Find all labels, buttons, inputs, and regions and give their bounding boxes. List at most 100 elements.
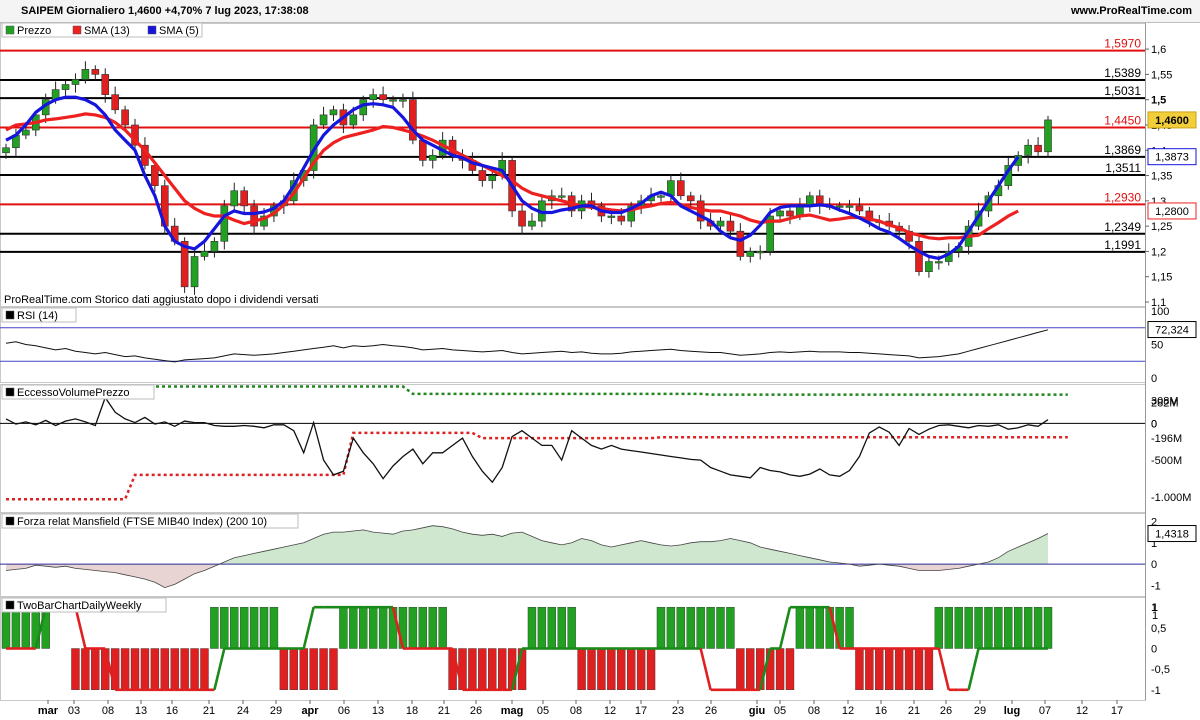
candle-body xyxy=(121,109,129,126)
x-tick-label: 26 xyxy=(705,705,717,717)
candle-body xyxy=(210,241,219,252)
legend-price-label-0: Prezzo xyxy=(17,25,51,37)
candle-body xyxy=(528,220,536,227)
twobar-daily-bar xyxy=(726,606,735,649)
twobar-daily-bar xyxy=(676,606,686,649)
twobar-daily-bar xyxy=(170,648,179,691)
candle-body xyxy=(736,230,745,257)
candle-body xyxy=(1034,144,1042,153)
twobar-daily-bar xyxy=(130,648,140,691)
y-tick-label: 1,5 xyxy=(1151,95,1166,107)
twobar-tick-label: -1 xyxy=(1151,685,1161,697)
y-tick-label: 1,15 xyxy=(1151,272,1172,284)
candle-body xyxy=(349,114,358,126)
candle-body xyxy=(240,190,248,207)
twobar-daily-bar xyxy=(488,648,497,691)
twobar-daily-bar xyxy=(736,648,745,691)
candle-body xyxy=(607,215,616,218)
candle-body xyxy=(686,195,695,202)
twobar-daily-bar xyxy=(627,648,636,691)
evp-value-label-3: -196M xyxy=(1151,433,1182,445)
twobar-daily-bar xyxy=(259,606,269,649)
candle-body xyxy=(925,261,933,272)
twobar-daily-bar xyxy=(269,606,279,649)
candle-body xyxy=(389,99,397,102)
legend-price-label-2: SMA (5) xyxy=(159,25,199,37)
x-tick-label: 08 xyxy=(102,705,114,717)
x-tick-label: 26 xyxy=(940,705,952,717)
twobar-daily-bar xyxy=(1,606,11,649)
twobar-daily-bar xyxy=(805,606,815,649)
x-tick-label: 12 xyxy=(1076,705,1088,717)
twobar-daily-bar xyxy=(418,606,427,649)
twobar-daily-bar xyxy=(378,606,388,649)
level-label-4: 1,3869 xyxy=(1104,143,1141,157)
x-tick-label: 24 xyxy=(237,705,249,717)
twobar-daily-bar xyxy=(815,606,824,649)
twobar-tick-label: 0 xyxy=(1151,644,1157,656)
mansfield-tick-label: 0 xyxy=(1151,559,1157,571)
legend-evp-label-0: EccessoVolumePrezzo xyxy=(17,387,130,399)
twobar-daily-bar xyxy=(636,648,646,691)
candle-body xyxy=(657,195,665,198)
twobar-daily-bar xyxy=(91,648,100,691)
legend-price-swatch-2 xyxy=(147,25,157,35)
candle-body xyxy=(478,170,487,181)
twobar-daily-bar xyxy=(21,606,31,649)
x-tick-label: 18 xyxy=(406,705,418,717)
x-tick-label: 16 xyxy=(166,705,178,717)
twobar-daily-bar xyxy=(11,606,21,649)
level-label-8: 1,1991 xyxy=(1104,238,1141,252)
candle-body xyxy=(617,215,626,222)
twobar-daily-bar xyxy=(894,648,904,691)
candle-body xyxy=(71,79,80,85)
twobar-daily-bar xyxy=(607,648,616,691)
x-tick-label: 21 xyxy=(438,705,450,717)
badge-label-2: 1,2800 xyxy=(1155,206,1189,218)
twobar-daily-bar xyxy=(190,648,199,691)
x-tick-label: 07 xyxy=(1039,705,1051,717)
twobar-daily-bar xyxy=(150,648,160,691)
x-tick-label: 05 xyxy=(537,705,549,717)
candle-body xyxy=(428,155,437,161)
legend-rsi-label-0: RSI (14) xyxy=(17,310,58,322)
level-label-3: 1,4450 xyxy=(1104,114,1141,128)
twobar-daily-bar xyxy=(1033,606,1043,649)
mansfield-badge-label: 1,4318 xyxy=(1155,529,1189,541)
level-label-1: 1,5389 xyxy=(1104,66,1141,80)
candle-body xyxy=(557,195,566,198)
legend-evp-swatch-0 xyxy=(5,387,15,397)
candle-body xyxy=(855,205,864,212)
evp-value-label-2: 0 xyxy=(1151,418,1157,430)
twobar-daily-bar xyxy=(81,648,90,691)
twobar-daily-bar xyxy=(617,648,626,691)
x-tick-label: 21 xyxy=(203,705,215,717)
evp-tick-label: -500M xyxy=(1151,455,1182,467)
twobar-daily-bar xyxy=(1023,606,1033,649)
twobar-daily-bar xyxy=(974,606,983,649)
x-tick-label: 21 xyxy=(908,705,920,717)
twobar-daily-bar xyxy=(547,606,557,649)
x-tick-label: 08 xyxy=(808,705,820,717)
twobar-daily-bar xyxy=(210,606,219,649)
candle-body xyxy=(1024,144,1032,156)
evp-value-label-1: 282M xyxy=(1151,398,1179,410)
twobar-daily-bar xyxy=(656,606,666,649)
candle-body xyxy=(2,147,10,154)
candle-body xyxy=(399,99,407,102)
twobar-daily-bar xyxy=(875,648,884,691)
twobar-daily-bar xyxy=(775,648,785,691)
twobar-daily-bar xyxy=(904,648,914,691)
legend-twobar-swatch-0 xyxy=(5,600,15,610)
twobar-daily-bar xyxy=(865,648,874,691)
y-tick-label: 1,6 xyxy=(1151,44,1166,56)
twobar-daily-bar xyxy=(349,606,358,649)
twobar-daily-bar xyxy=(934,606,944,649)
candle-body xyxy=(845,205,854,208)
candle-body xyxy=(915,241,923,272)
twobar-daily-bar xyxy=(279,648,289,691)
twobar-daily-bar xyxy=(855,648,864,691)
mansfield-tick-label: -1 xyxy=(1151,580,1161,592)
twobar-daily-bar xyxy=(120,648,130,691)
evp-tick-label: -1.000M xyxy=(1151,492,1191,504)
